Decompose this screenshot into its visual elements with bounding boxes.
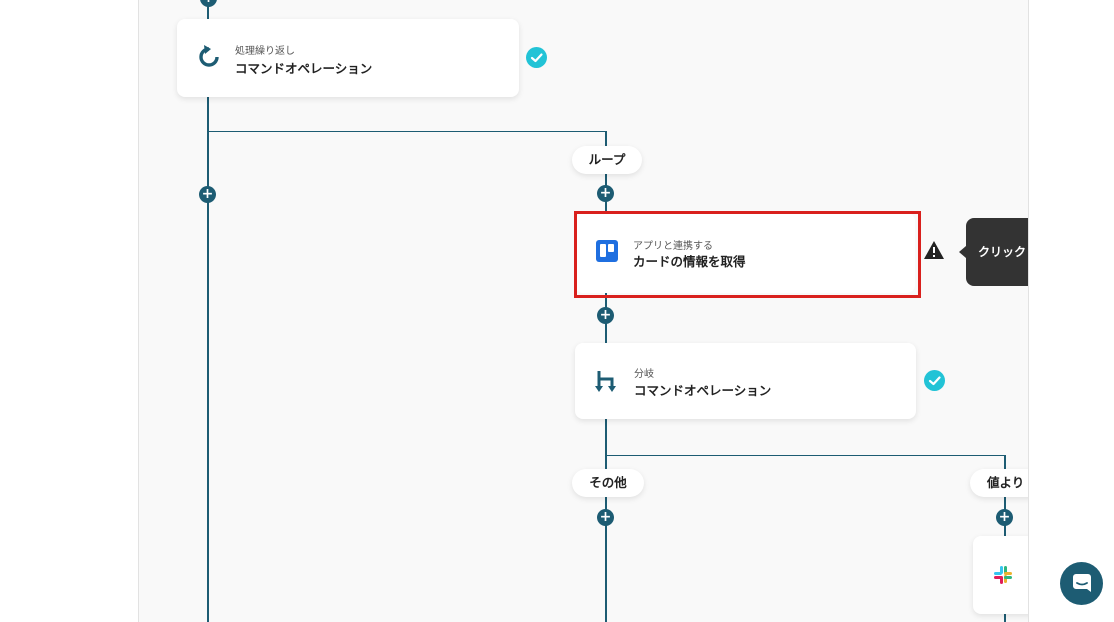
node-title: コマンドオペレーション [235, 61, 373, 76]
connector-line [606, 455, 1006, 456]
node-category: 分岐 [634, 369, 654, 380]
node-category: 処理繰り返し [235, 46, 295, 57]
slack-node[interactable] [973, 536, 1028, 614]
node-title: コマンドオペレーション [634, 383, 772, 398]
loop-branch-label: ループ [572, 146, 642, 174]
connector-line [207, 131, 606, 132]
add-step-button[interactable]: + [597, 185, 614, 202]
check-icon [526, 47, 547, 68]
chat-icon [1072, 573, 1092, 593]
flow-canvas[interactable]: + 処理繰り返し コマンドオペレーション + ループ + アプリと連携する カー… [138, 0, 1029, 622]
add-step-button[interactable]: + [199, 186, 216, 203]
branch-operation-card[interactable]: 分岐 コマンドオペレーション [575, 343, 916, 419]
add-step-button[interactable]: + [597, 307, 614, 324]
refresh-icon [196, 44, 222, 70]
slack-icon [993, 565, 1013, 585]
add-step-button[interactable]: + [996, 509, 1013, 526]
other-branch-label: その他 [572, 469, 644, 497]
connector-line [207, 96, 209, 622]
add-step-button[interactable]: + [597, 509, 614, 526]
check-icon [924, 370, 945, 391]
add-step-button[interactable]: + [200, 0, 217, 7]
tooltip-arrow [959, 246, 966, 258]
chat-button[interactable] [1060, 562, 1103, 605]
loop-operation-card[interactable]: 処理繰り返し コマンドオペレーション [177, 19, 519, 97]
warning-icon [923, 240, 945, 260]
branch-icon [595, 369, 619, 393]
hint-tooltip: クリックし [966, 218, 1028, 286]
selected-node-highlight [574, 211, 921, 298]
condition-branch-label: 値より [970, 469, 1028, 497]
